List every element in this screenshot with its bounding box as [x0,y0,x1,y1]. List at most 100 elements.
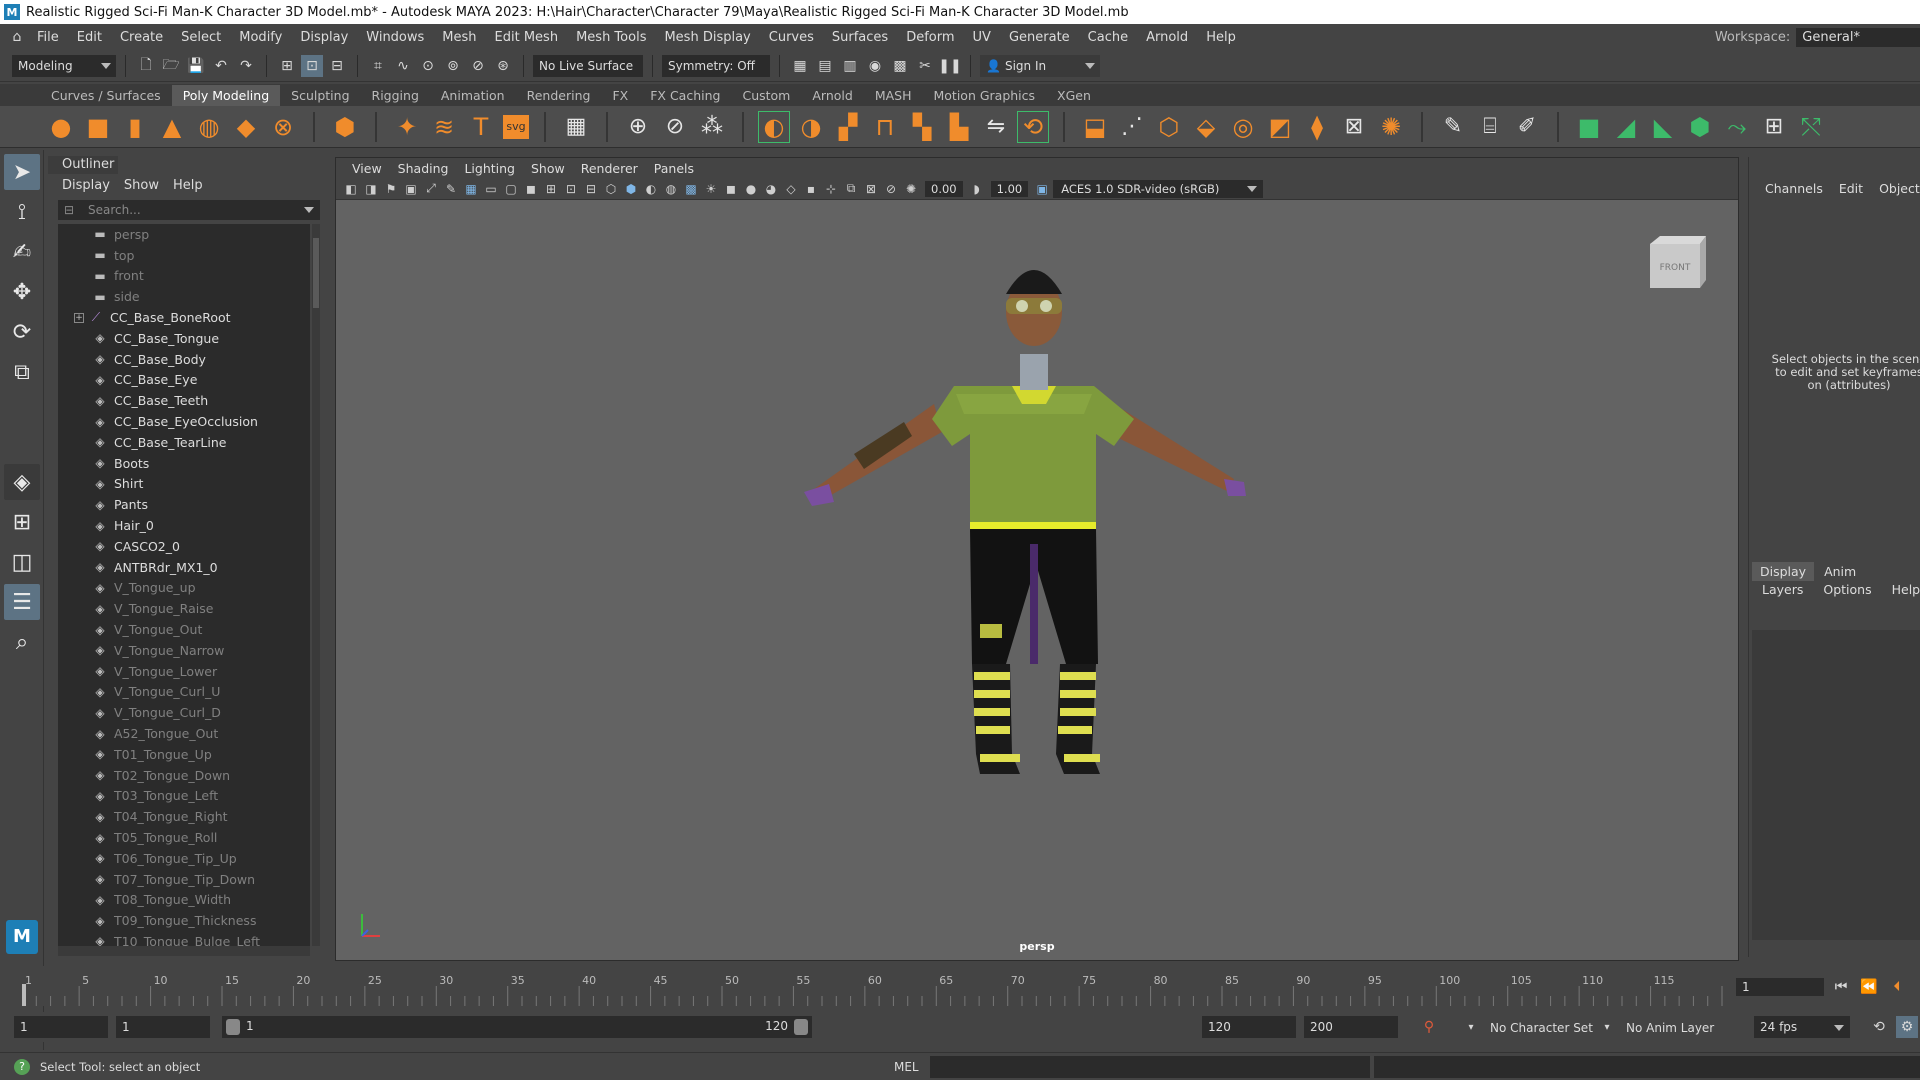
character-set-label[interactable]: No Character Set [1490,1021,1593,1035]
select-hierarchy-icon[interactable]: ⊞ [276,55,298,77]
outliner-layout-icon[interactable]: ☰ [4,584,40,620]
menu-deform[interactable]: Deform [897,30,963,45]
step-back-icon[interactable]: ⏪ [1858,976,1880,998]
shelf-tab-custom[interactable]: Custom [731,85,801,106]
scale-tool-icon[interactable]: ⧉ [4,354,40,390]
outliner-item[interactable]: ◈ T10_Tongue_Bulge_Left [58,931,310,946]
motion-blur-icon[interactable]: ◕ [762,180,780,198]
chamfer-icon[interactable]: ◩ [1265,112,1295,142]
outliner-item[interactable]: ◈ CC_Base_EyeOcclusion [58,411,310,432]
bevel-icon[interactable]: ▚ [907,112,937,142]
menu-generate[interactable]: Generate [1000,30,1079,45]
lights-icon[interactable]: ☀ [702,180,720,198]
super-shape-icon[interactable]: ✦ [392,112,422,142]
sign-in-dropdown[interactable]: 👤 Sign In [980,54,1100,77]
shelf-tab-rendering[interactable]: Rendering [516,85,602,106]
wedge-icon[interactable]: ◎ [1228,112,1258,142]
chevron-down-icon[interactable] [304,207,314,213]
outliner-menu-show[interactable]: Show [124,178,159,193]
range-end-handle[interactable] [794,1019,808,1035]
bridge-icon[interactable]: ⊓ [870,112,900,142]
resolution-gate-icon[interactable]: ▢ [502,180,520,198]
menu-modify[interactable]: Modify [230,30,291,45]
target-weld-icon[interactable]: ⊠ [1339,112,1369,142]
snap-point-icon[interactable]: ⊙ [417,55,439,77]
gamma-field[interactable]: 1.00 [990,180,1029,197]
shelf-tab-sculpting[interactable]: Sculpting [280,85,360,106]
snap-projected-icon[interactable]: ⊚ [442,55,464,77]
shelf-tab-curves-surfaces[interactable]: Curves / Surfaces [40,85,172,106]
smooth-icon[interactable]: ⁂ [697,112,727,142]
menu-uv[interactable]: UV [964,30,1000,45]
poly-plane-icon[interactable]: ◆ [231,112,261,142]
poly-disc-icon[interactable]: ⊗ [268,112,298,142]
platonic-solid-icon[interactable]: ⬢ [330,112,360,142]
uv-cylindrical-icon[interactable]: ◢ [1611,112,1641,142]
outliner-item[interactable]: ◈ ANTBRdr_MX1_0 [58,557,310,578]
exposure-field[interactable]: 0.00 [925,180,963,197]
default-material-icon[interactable]: ◐ [642,180,660,198]
outliner-hscrollbar[interactable] [58,946,310,956]
depth-of-field-icon[interactable]: ▪ [802,180,820,198]
uv-spherical-icon[interactable]: ◣ [1648,112,1678,142]
anim-layer-label[interactable]: No Anim Layer [1626,1021,1714,1035]
bookmark-icon[interactable]: ⚑ [382,180,400,198]
svg-tool-icon[interactable]: svg [503,114,529,139]
gamma-icon[interactable]: ◗ [968,180,986,198]
reduce-icon[interactable]: ⟲ [1017,110,1049,143]
outliner-item[interactable]: ◈ T06_Tongue_Tip_Up [58,848,310,869]
playback-start-field[interactable]: 1 [116,1016,210,1038]
anim-layer-menu-icon[interactable]: ▾ [1596,1016,1618,1038]
poly-cube-icon[interactable]: ■ [83,112,113,142]
outliner-item[interactable]: ◈ T04_Tongue_Right [58,806,310,827]
viewport-menu-renderer[interactable]: Renderer [573,161,646,176]
shelf-tab-poly-modeling[interactable]: Poly Modeling [171,85,281,106]
arnold-render-icon[interactable]: ✂ [914,55,936,77]
outliner-item[interactable]: ◈ V_Tongue_Raise [58,598,310,619]
outliner-item[interactable]: ◈ T03_Tongue_Left [58,786,310,807]
outliner-item[interactable]: ◈ CC_Base_Body [58,349,310,370]
menu-mesh[interactable]: Mesh [433,30,485,45]
menuset-dropdown[interactable]: Modeling [12,54,116,77]
auto-key-icon[interactable]: ⚲ [1418,1016,1440,1038]
shelf-tab-fx[interactable]: FX [601,85,639,106]
outliner-menu-display[interactable]: Display [62,178,110,193]
four-view-icon[interactable]: ⊞ [4,504,40,540]
hypershade-icon[interactable]: ▩ [889,55,911,77]
layer-menu-layers[interactable]: Layers [1752,582,1813,597]
uv-unfold-icon[interactable]: ⤳ [1722,112,1752,142]
render-sequence-icon[interactable]: ▤ [814,55,836,77]
outliner-scrollbar[interactable] [312,224,320,946]
uv-planar-icon[interactable]: ■ [1574,112,1604,142]
merge-icon[interactable]: ✺ [1376,112,1406,142]
safe-title-icon[interactable]: ⊟ [582,180,600,198]
menu-file[interactable]: File [28,30,68,45]
shelf-tab-fx-caching[interactable]: FX Caching [639,85,731,106]
shelf-tab-mash[interactable]: MASH [864,85,923,106]
range-start-handle[interactable] [226,1019,240,1035]
lasso-tool-icon[interactable]: ⟟ [4,194,40,230]
viewport-menu-panels[interactable]: Panels [646,161,702,176]
poly-torus-icon[interactable]: ◍ [194,112,224,142]
symmetry-dropdown[interactable]: Symmetry: Off [662,54,770,77]
outliner-item[interactable]: ◈ Hair_0 [58,515,310,536]
layer-tab-display[interactable]: Display [1752,562,1815,581]
grease-pencil-icon[interactable]: ✎ [442,180,460,198]
exposure-icon[interactable]: ✺ [902,180,920,198]
fill-hole-icon[interactable]: ▙ [944,112,974,142]
snap-curve-icon[interactable]: ∿ [392,55,414,77]
maya-home-icon[interactable]: M [6,920,38,954]
render-settings-icon[interactable]: ◉ [864,55,886,77]
poly-sphere-icon[interactable]: ● [46,112,76,142]
expand-icon[interactable]: + [74,312,84,323]
redo-icon[interactable]: ↷ [235,55,257,77]
outliner-item[interactable]: ◈ V_Tongue_Lower [58,661,310,682]
search-icon[interactable]: ⌕ [4,624,40,660]
mel-label[interactable]: MEL [894,1060,919,1074]
character-set-menu-icon[interactable]: ▾ [1460,1016,1482,1038]
outliner-item[interactable]: ◈ Pants [58,494,310,515]
outliner-item[interactable]: ◈ CC_Base_Teeth [58,390,310,411]
outliner-item[interactable]: ◈ V_Tongue_up [58,578,310,599]
viewport-menu-shading[interactable]: Shading [390,161,457,176]
shelf-tab-animation[interactable]: Animation [430,85,516,106]
